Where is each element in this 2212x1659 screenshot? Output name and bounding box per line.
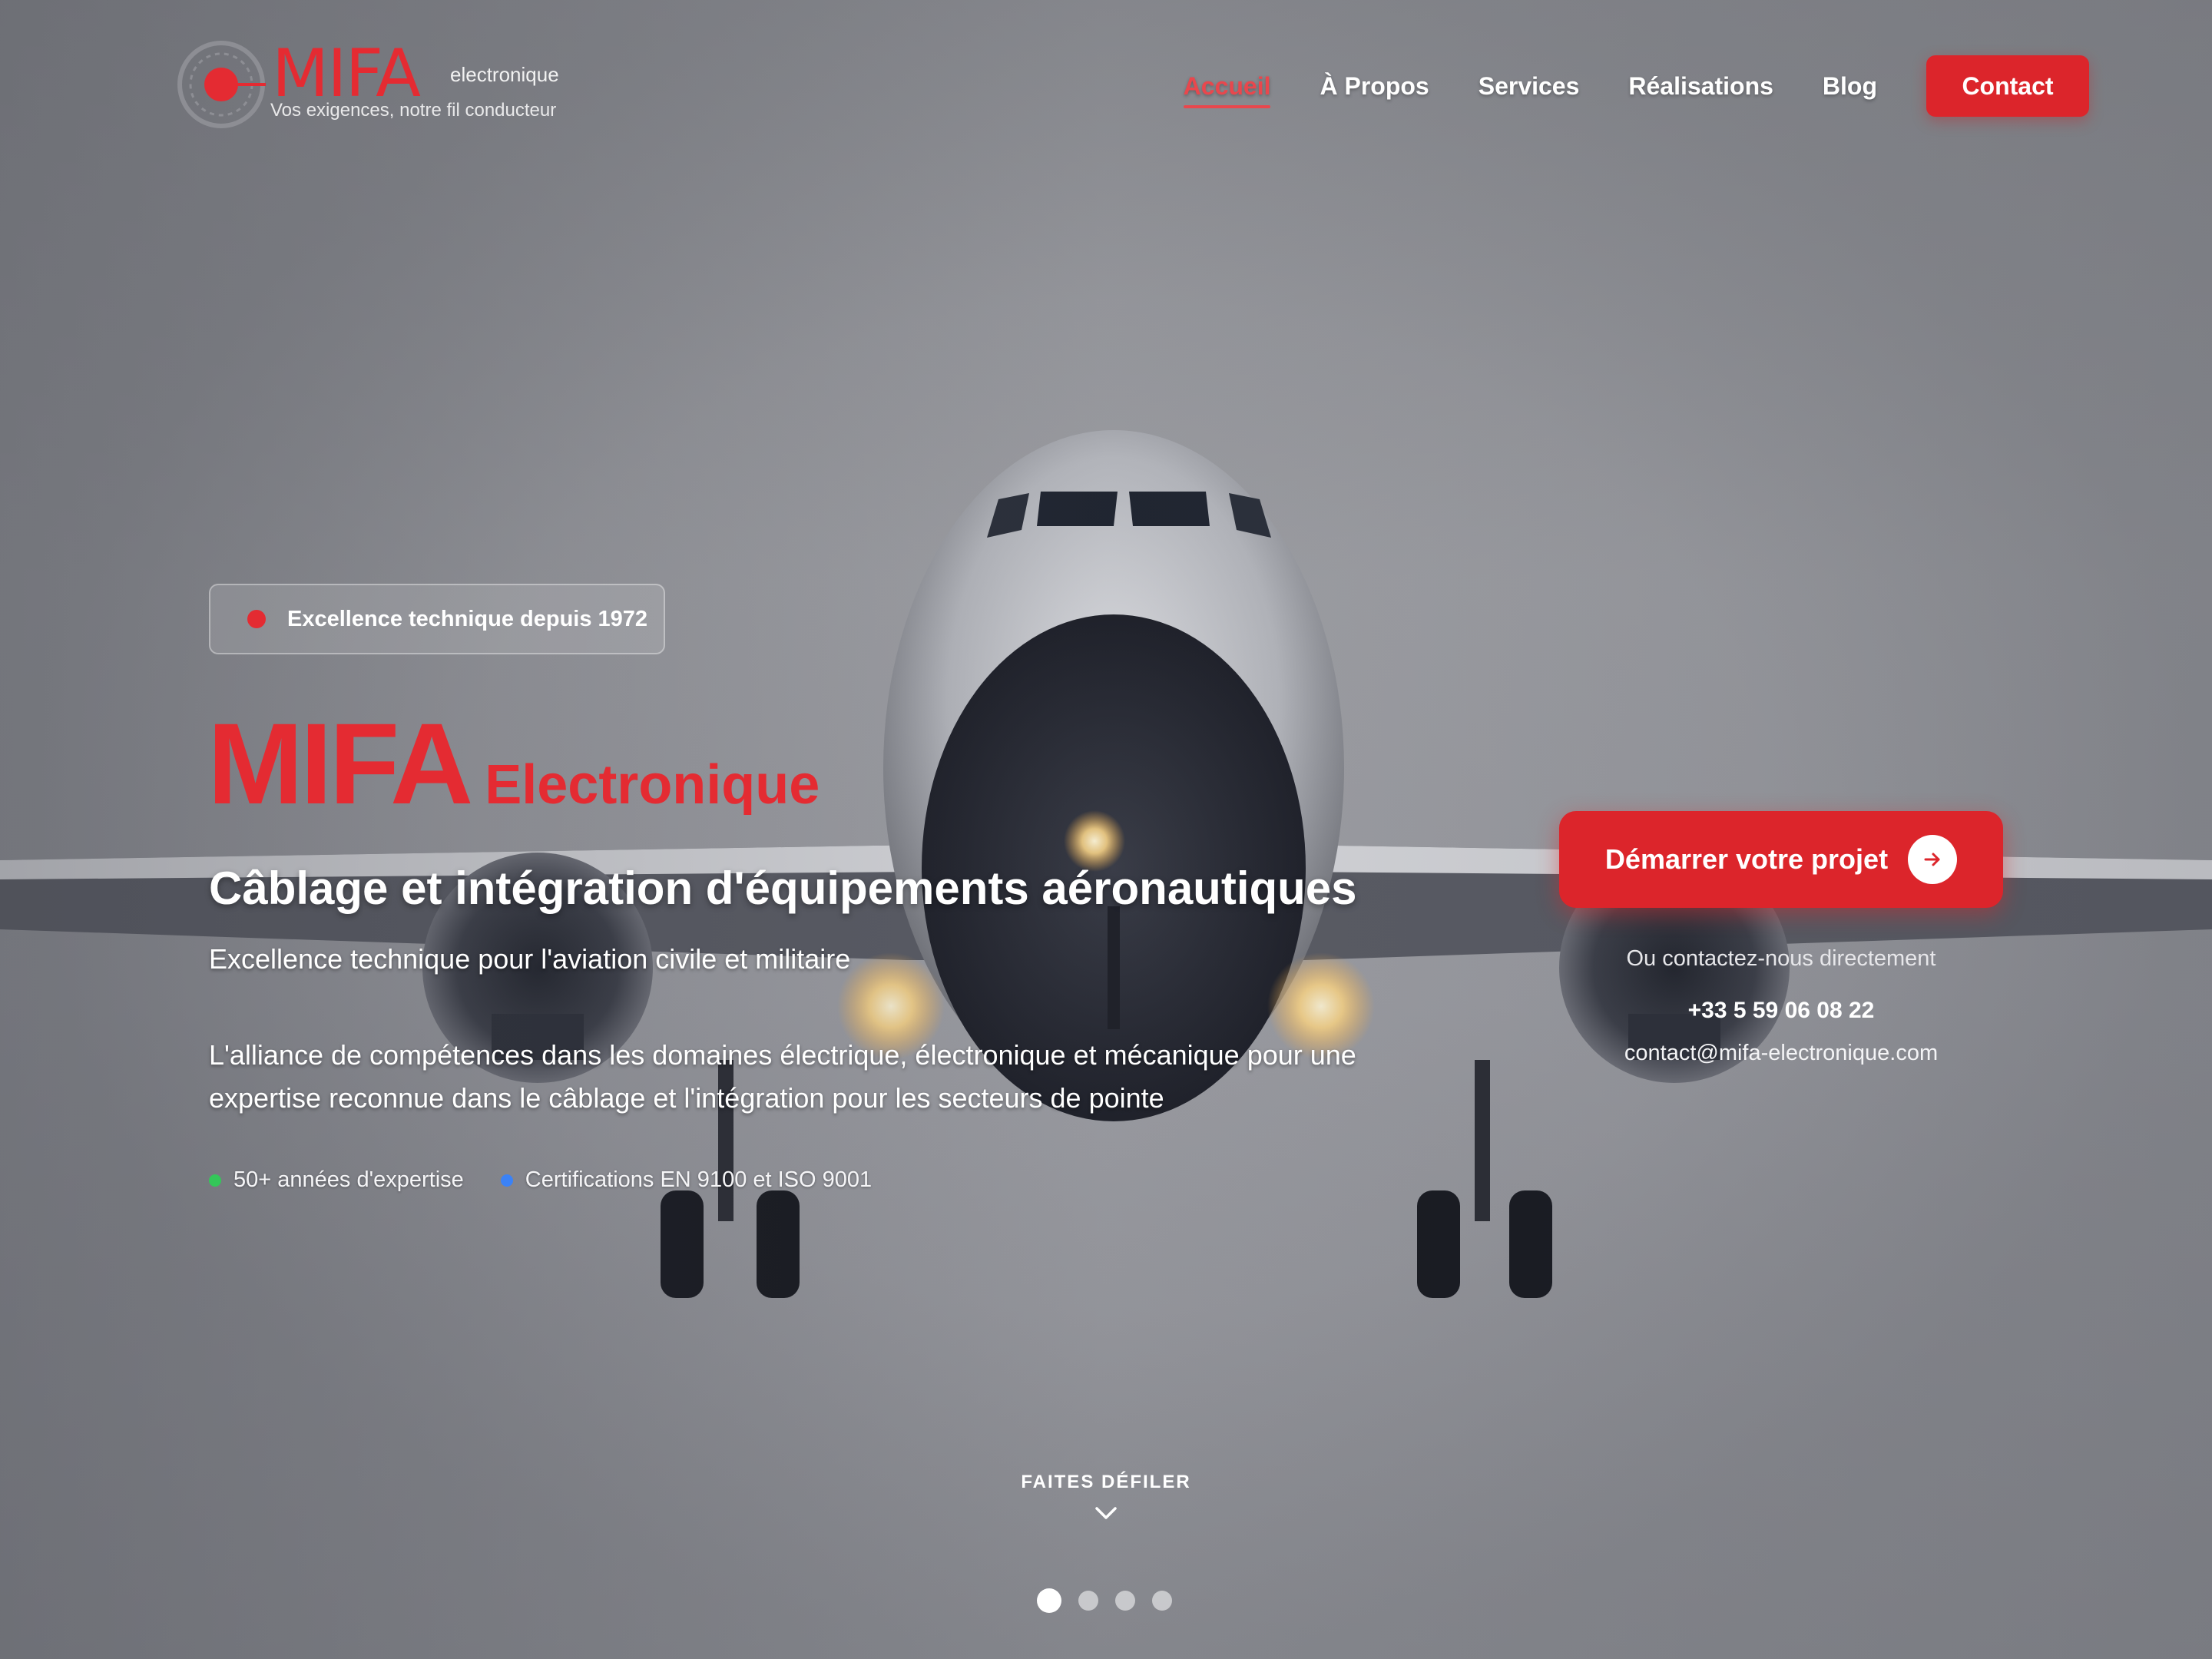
nav-link-a-propos[interactable]: À Propos (1320, 72, 1429, 101)
start-project-label: Démarrer votre projet (1604, 843, 1889, 875)
blue-dot-icon (500, 1174, 513, 1187)
slide-dot-4[interactable] (1152, 1591, 1172, 1611)
nav-link-blog[interactable]: Blog (1823, 72, 1877, 101)
feature-label: 50+ années d'expertise (233, 1167, 464, 1192)
start-project-button[interactable]: Démarrer votre projet (1559, 811, 2003, 908)
logo-circuit-icon (177, 41, 266, 128)
feature-item: 50+ années d'expertise (209, 1167, 464, 1193)
green-dot-icon (209, 1174, 221, 1187)
badge-dot-icon (247, 610, 266, 628)
logo-tagline: Vos exigences, notre fil conducteur (270, 100, 557, 121)
badge-label: Excellence technique depuis 1972 (287, 606, 648, 631)
feature-label: Certifications EN 9100 et ISO 9001 (525, 1167, 873, 1192)
since-badge: Excellence technique depuis 1972 (209, 584, 665, 654)
brand-logo[interactable]: MIFA electronique Vos exigences, notre f… (177, 35, 576, 131)
arrow-right-icon (1908, 835, 1958, 884)
hero-heading: Câblage et intégration d'équipements aér… (209, 863, 1357, 914)
hero-description: L'alliance de compétences dans les domai… (209, 1039, 1356, 1114)
site-header: MIFA electronique Vos exigences, notre f… (0, 0, 2212, 172)
slide-dot-1[interactable] (1037, 1588, 1061, 1613)
direct-contact: Ou contactez-nous directement +33 5 59 0… (1559, 946, 2003, 1066)
slide-dot-3[interactable] (1115, 1591, 1135, 1611)
hero-features: 50+ années d'expertise Certifications EN… (209, 1167, 909, 1193)
hero-subheading: Excellence technique pour l'aviation civ… (209, 943, 851, 975)
logo-subtitle: electronique (450, 63, 559, 86)
hero-title-sub: Electronique (485, 754, 820, 816)
nav-link-realisations[interactable]: Réalisations (1628, 72, 1773, 101)
contact-label: Ou contactez-nous directement (1626, 946, 1936, 971)
phone-link[interactable]: +33 5 59 06 08 22 (1559, 998, 2003, 1024)
feature-item: Certifications EN 9100 et ISO 9001 (500, 1167, 873, 1193)
hero-title-main: MIFA (207, 699, 473, 828)
nav-link-accueil[interactable]: Accueil (1183, 72, 1270, 108)
scroll-indicator[interactable]: FAITES DÉFILER (952, 1472, 1260, 1525)
chevron-down-icon (1094, 1505, 1118, 1525)
slide-dots (1037, 1588, 1189, 1613)
main-nav: Accueil À Propos Services Réalisations B… (1183, 55, 2089, 117)
hero-brand-title: MIFA Electronique (207, 697, 820, 830)
contact-button[interactable]: Contact (1926, 55, 2089, 117)
slide-dot-2[interactable] (1078, 1591, 1098, 1611)
email-link[interactable]: contact@mifa-electronique.com (1559, 1041, 2003, 1066)
scroll-label: FAITES DÉFILER (1021, 1472, 1191, 1492)
nav-link-services[interactable]: Services (1479, 72, 1580, 101)
